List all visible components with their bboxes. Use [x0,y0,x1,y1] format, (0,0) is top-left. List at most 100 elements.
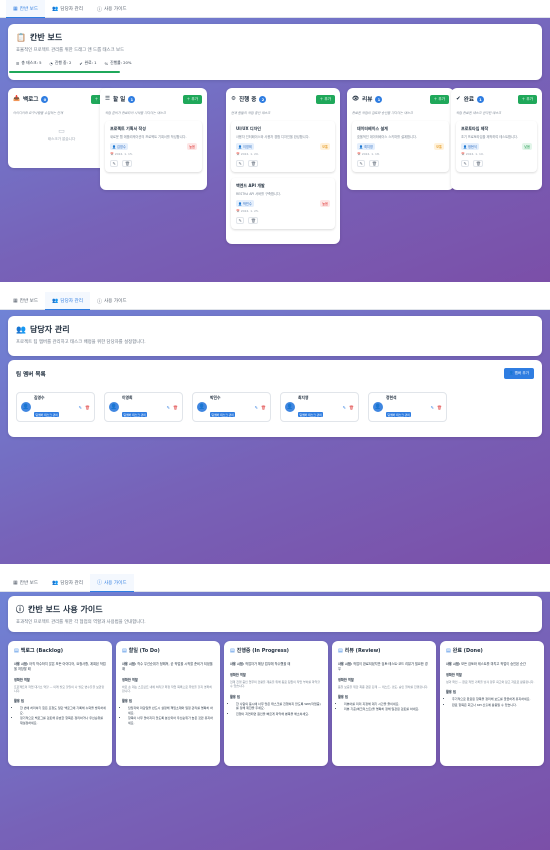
trash-icon[interactable]: 🗑 [122,160,133,167]
trash-icon[interactable]: 🗑 [369,160,380,167]
add-task-button[interactable]: ＋ 추가 [182,94,202,104]
guide-header: ⓘ 칸반 보드 사용 가이드 효과적인 프로젝트 관리를 위한 각 협업의 역할과… [8,596,542,632]
stat-progress: ◔ 진행 중: 2 [50,60,72,66]
task-date: 📅 2024. 1. 25. [236,209,259,213]
count-badge: 0 [41,95,49,103]
avatar: 👤 [21,402,31,412]
tab-board[interactable]: ▦ 칸반 보드 [6,292,45,310]
edit-icon[interactable]: ✎ [167,405,170,410]
users-icon: 👥 [52,580,59,586]
tab-guide[interactable]: ⓘ 사용 가이드 [90,292,134,310]
guide-card-backlog: ▤ 백로그 (Backlog) 사용 시점: 아직 착수하지 않은 모든 아이디어… [8,641,112,766]
priority-badge: 높음 [320,200,330,207]
assignee-badge: 👤 정현석 [461,143,479,150]
guide-card-todo: ▤ 할일 (To Do) 사용 시점: 착수 우선순위가 정해져, 곧 작업을 시… [116,641,220,766]
task-date: 📅 2024. 1. 10. [461,152,484,156]
guide-card-title: 리뷰 (Review) [344,648,381,654]
member-name: 김영수 [34,394,45,400]
check-icon: ✔ [79,60,83,66]
avatar: 👤 [285,402,295,412]
column-backlog: 📥백로그0＋ 추가 아이디어와 요구사항을 수집하는 단계 ▭태스크가 없습니다 [8,88,115,168]
add-task-button[interactable]: ＋ 추가 [517,94,537,104]
edit-icon[interactable]: ✎ [236,160,245,167]
board-icon: ▦ [13,580,18,586]
task-card[interactable]: 프로토타입 제작 초기 프로토타입을 제작하여 테스트합니다. 👤 정현석 낮음 … [456,121,537,172]
tab-board[interactable]: ▦ 칸반 보드 [6,574,45,592]
document-icon: ▤ [230,647,235,654]
list-icon: ☰ [16,60,20,66]
edit-icon[interactable]: ✎ [255,405,258,410]
tab-guide[interactable]: ⓘ 사용 가이드 [89,574,134,592]
tips-label: 활용 팁 [230,694,240,699]
avatar: 👤 [197,402,207,412]
empty-label: 태스크가 없습니다 [47,137,76,141]
add-task-button[interactable]: ＋ 추가 [429,94,449,104]
member-card: 👤 이영희 팀멤버 태스크 관리 ✎ 🗑 [104,392,183,422]
task-card[interactable]: UI/UX 디자인 사용자 인터페이스와 사용자 경험 디자인을 완성합니다. … [231,121,335,172]
trash-icon[interactable]: 🗑 [248,217,259,224]
edit-icon[interactable]: ✎ [431,405,434,410]
add-member-button[interactable]: 👤 멤버 추가 [504,368,534,379]
tab-guide[interactable]: ⓘ 사용 가이드 [90,0,134,18]
assignee-name: 최지영 [363,145,373,149]
tab-members[interactable]: 👥 담당자 관리 [45,0,90,18]
edit-icon[interactable]: ✎ [357,160,366,167]
assignee-name: 정현석 [467,145,477,149]
document-icon: ▤ [122,647,127,654]
column-title: 진행 중 [239,97,257,103]
add-task-button[interactable]: ＋ 추가 [315,94,335,104]
tip-item: 주기적으로 완료된 항목을 정리해 보드를 깔끔하게 유지하세요. [452,697,538,702]
percent-icon: % [104,60,109,66]
tab-members[interactable]: 👥 담당자 관리 [45,292,90,310]
info-icon: ⓘ [96,298,102,305]
member-name: 박민수 [210,394,221,400]
tab-board[interactable]: ▦ 칸반 보드 [6,0,46,18]
avatar: 👤 [109,402,119,412]
trash-icon[interactable]: 🗑 [261,405,266,410]
page-subtitle: 프로젝트 팀 멤버를 관리하고 태스크 배정을 위한 담당자를 설정합니다. [16,340,146,345]
info-icon: ⓘ [96,6,102,13]
tip-item: 한 사람의 동시에 너무 많은 태스크를 진행하지 않도록 WIP(작업중)를 … [236,702,322,711]
trash-icon[interactable]: 🗑 [85,405,90,410]
avatar: 👤 [373,402,383,412]
edit-icon[interactable]: ✎ [79,405,82,410]
edit-icon[interactable]: ✎ [236,217,245,224]
stat-label: 진행 중: 2 [54,60,72,65]
page-title: 칸반 보드 [29,33,63,42]
task-card[interactable]: 백엔드 API 개발 RESTful API 서버를 구축합니다. 👤 박민수 높… [231,178,335,229]
usage-prefix: 사용 시점: [230,662,245,666]
guide-card-done: ▤ 완료 (Done) 사용 시점: 모든 검토와 테스트를 마치고 작업이 승인… [440,641,544,766]
tab-members[interactable]: 👥 담당자 관리 [45,574,90,592]
trash-icon[interactable]: 🗑 [349,405,354,410]
count-badge: 1 [476,95,484,103]
trash-icon[interactable]: 🗑 [248,160,259,167]
tip-item: 리뷰 기준(체크리스트)을 명확히 정해 일관된 검토를 하세요. [344,707,430,712]
edit-icon[interactable]: ✎ [461,160,470,167]
trash-icon[interactable]: 🗑 [473,160,484,167]
member-role: 팀멤버 태스크 관리 [34,412,60,417]
date-text: 2024. 1. 20. [240,152,259,156]
trash-icon[interactable]: 🗑 [173,405,178,410]
edit-icon[interactable]: ✎ [110,160,119,167]
inbox-icon: ▭ [58,127,65,135]
method-label: 정확한 역할 [446,672,462,677]
column-title: 백로그 [22,97,39,103]
method-label: 정확한 역할 [338,677,354,682]
add-label: 추가 [526,96,533,101]
document-icon: ▤ [446,647,451,654]
priority-badge: 보통 [320,143,330,150]
team-list: 팀 멤버 목록 👤 멤버 추가 👤 김영수 팀멤버 태스크 관리 ✎ 🗑 👤 이영희 팀멤버… [8,360,542,437]
method-text: 현재 진행 중인 업무의 현황을 계층을 위해 동료 팀원이 작업 부하를 파악… [230,679,320,689]
task-card[interactable]: 프로젝트 기획서 작성 새로운 웹 애플리케이션의 프로젝트 기획서를 작성합니… [105,121,202,172]
trash-icon[interactable]: 🗑 [437,405,442,410]
method-label: 정확한 역할 [14,677,30,682]
task-card[interactable]: 데이터베이스 설계 효율적인 데이터베이스 스키마를 설계합니다. 👤 최지영 보… [352,121,449,172]
method-text: 품질 보증을 위한 최종 관문 단계 — 테스트, 검토, 승인 절차를 진행합… [338,684,429,689]
tab-label: 사용 가이드 [103,7,127,12]
usage-text: 착수 우선순위가 정해져, 곧 작업을 시작할 준비가 되었을 때 [122,662,213,671]
edit-icon[interactable]: ✎ [343,405,346,410]
guide-card-title: 진행중 (In Progress) [236,648,289,654]
method-label: 정확한 역할 [230,672,246,677]
task-desc: 효율적인 데이터베이스 스키마를 설계합니다. [357,135,417,139]
usage-prefix: 사용 시점: [338,662,353,666]
